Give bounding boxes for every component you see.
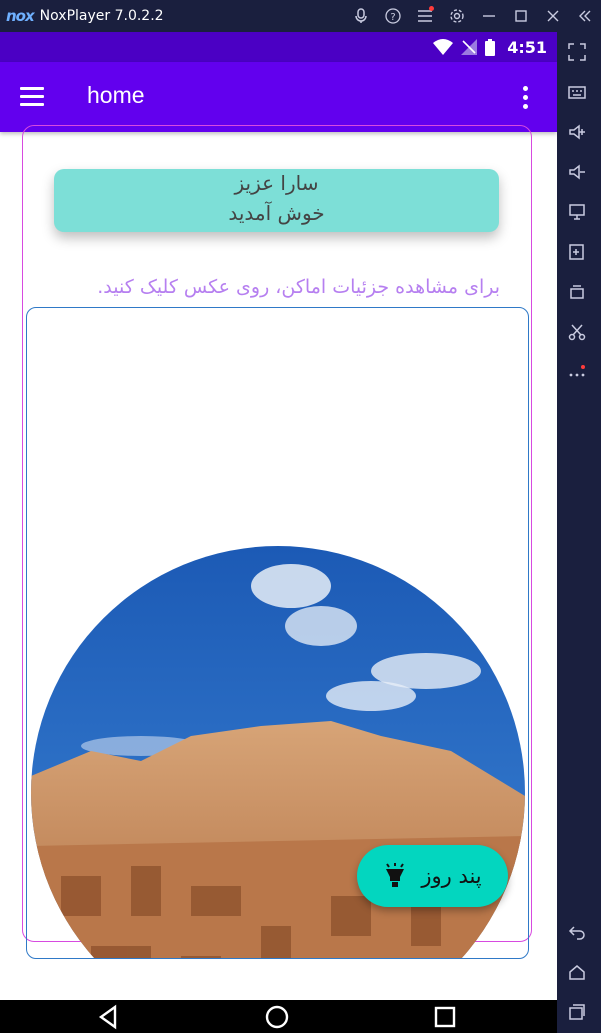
recents-button-icon[interactable] [431,1003,459,1031]
home-icon[interactable] [557,956,597,988]
volume-down-icon[interactable] [557,156,597,188]
window-controls: ? [345,0,601,32]
settings-icon[interactable] [441,0,473,32]
emulator-sidebar [557,32,601,1033]
emulator-titlebar: nox NoxPlayer 7.0.2.2 ? [0,0,601,32]
nox-logo: nox [6,7,35,25]
minimize-icon[interactable] [473,0,505,32]
mic-icon[interactable] [345,0,377,32]
more-icon[interactable] [557,356,597,388]
welcome-name: سارا عزیز [234,171,319,195]
fullscreen-icon[interactable] [557,36,597,68]
fab-label: پند روز [421,864,482,888]
hamburger-icon[interactable] [20,87,44,107]
welcome-message: خوش آمدید [228,201,325,225]
app-bar: home [0,62,557,132]
screen-icon[interactable] [557,196,597,228]
signal-icon [461,39,478,55]
keyboard-icon[interactable] [557,76,597,108]
hint-text: برای مشاهده جزئیات اماکن، روی عکس کلیک ک… [97,276,500,298]
home-button-icon[interactable] [263,1003,291,1031]
android-nav-bar [0,1000,557,1033]
close-icon[interactable] [537,0,569,32]
battery-icon [485,38,496,56]
svg-text:?: ? [390,12,395,23]
volume-up-icon[interactable] [557,116,597,148]
collapse-icon[interactable] [569,0,601,32]
lightbulb-icon [386,863,405,887]
scissors-icon[interactable] [557,316,597,348]
multi-instance-icon[interactable] [557,276,597,308]
status-time: 4:51 [507,37,547,57]
menu-icon[interactable] [409,0,441,32]
help-icon[interactable]: ? [377,0,409,32]
page-title: home [87,82,145,108]
welcome-card: سارا عزیز خوش آمدید [54,169,499,232]
back-icon[interactable] [557,916,597,948]
window-title: NoxPlayer 7.0.2.2 [39,8,164,24]
wifi-icon [433,39,454,55]
back-button-icon[interactable] [95,1003,123,1031]
maximize-icon[interactable] [505,0,537,32]
recents-icon[interactable] [557,996,597,1028]
apk-icon[interactable] [557,236,597,268]
status-bar: 4:51 [0,32,557,62]
notification-dot [429,6,434,11]
overflow-menu-icon[interactable] [522,86,530,110]
daily-advice-button[interactable]: پند روز [357,845,508,907]
